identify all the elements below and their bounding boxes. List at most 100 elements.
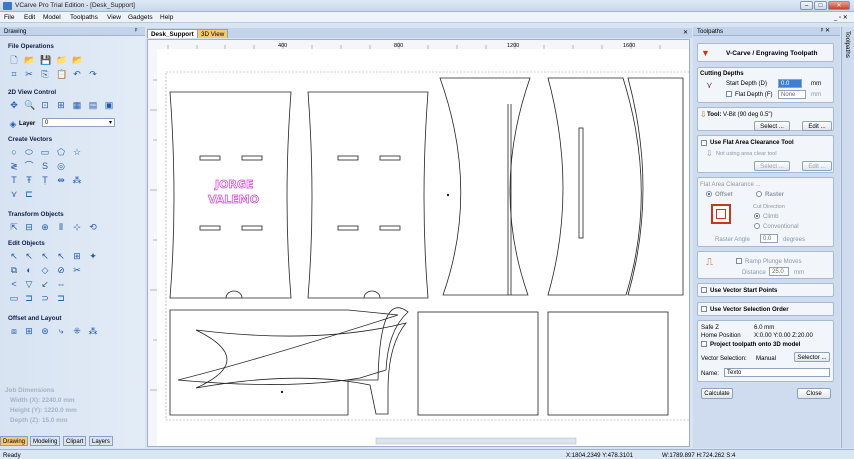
- open-vector-icon[interactable]: ⊃: [40, 293, 50, 303]
- new-file-icon[interactable]: 🗋: [9, 55, 19, 65]
- curve-icon[interactable]: ⌒: [24, 161, 34, 171]
- tab-2d-view[interactable]: Desk_Support: [147, 29, 198, 38]
- view-pane-icon[interactable]: ▣: [104, 100, 114, 110]
- flat-depth-checkbox[interactable]: [726, 91, 732, 97]
- copy-icon[interactable]: ⎘: [40, 69, 50, 79]
- climb-radio[interactable]: [754, 213, 760, 219]
- polyline-icon[interactable]: ≷: [9, 161, 19, 171]
- tool-edit-button[interactable]: Edit ...: [802, 121, 832, 131]
- flat-tool-select-button[interactable]: Select ...: [754, 161, 790, 171]
- trim-line-icon[interactable]: ↙: [40, 279, 50, 289]
- fillet-corner-icon[interactable]: ▭: [9, 293, 19, 303]
- star-icon[interactable]: ☆: [72, 147, 82, 157]
- tab-modeling[interactable]: Modeling: [30, 436, 61, 446]
- interactive-select-icon[interactable]: ↖: [40, 251, 50, 261]
- join-icon[interactable]: ⊘: [56, 265, 66, 275]
- project-3d-checkbox[interactable]: [701, 341, 707, 347]
- node-edit-icon[interactable]: ↖: [24, 251, 34, 261]
- auto-layout-text-icon[interactable]: Ṭ: [40, 175, 50, 185]
- minimize-button[interactable]: –: [800, 1, 813, 10]
- zoom-extents-icon[interactable]: ⊡: [40, 100, 50, 110]
- extend-icon[interactable]: ▽: [24, 279, 34, 289]
- menu-gadgets[interactable]: Gadgets: [128, 14, 153, 21]
- group-icon[interactable]: ⊞: [72, 251, 82, 261]
- calculate-button[interactable]: Calculate: [701, 388, 733, 399]
- bracket-icon[interactable]: ⊐: [24, 293, 34, 303]
- flat-clear-tool-checkbox[interactable]: [701, 140, 707, 146]
- pin-icon[interactable]: ᵖ ✕: [821, 27, 830, 34]
- rectangle-icon[interactable]: ▭: [40, 147, 50, 157]
- menu-edit[interactable]: Edit: [24, 14, 35, 21]
- save-icon[interactable]: 💾: [40, 55, 51, 65]
- tab-drawing[interactable]: Drawing: [0, 436, 29, 446]
- tool-select-button[interactable]: Select ...: [754, 121, 790, 131]
- desk-support-panel-2[interactable]: [307, 91, 429, 299]
- selector-button[interactable]: Selector ...: [794, 352, 830, 362]
- copy-along-vectors-icon[interactable]: ⁜: [72, 326, 82, 336]
- layer-dropdown[interactable]: 0 ▾: [42, 118, 115, 127]
- offset-icon[interactable]: ⧈: [9, 326, 19, 336]
- curve-fit-icon[interactable]: <: [9, 279, 19, 289]
- polygon-icon[interactable]: ⬠: [56, 147, 66, 157]
- desk-support-brace[interactable]: [195, 322, 408, 415]
- spiral-icon[interactable]: ◎: [56, 161, 66, 171]
- raster-radio[interactable]: [756, 191, 762, 197]
- tab-layout-icon[interactable]: ⁂: [88, 326, 98, 336]
- cut-icon[interactable]: ✂: [24, 69, 34, 79]
- raster-angle-input[interactable]: 0.0: [760, 234, 778, 243]
- desk-support-panel-6[interactable]: [169, 307, 409, 416]
- flat-depth-input[interactable]: None: [778, 90, 806, 99]
- maximize-button[interactable]: □: [814, 1, 827, 10]
- zoom-box-icon[interactable]: ⊞: [56, 100, 66, 110]
- import-bitmap-icon[interactable]: 📂: [72, 55, 83, 65]
- align-icon[interactable]: ⊟: [24, 222, 34, 232]
- engraving-text-line-2[interactable]: VALEMO: [208, 193, 260, 207]
- transform-select-icon[interactable]: ↖: [56, 251, 66, 261]
- desk-support-panel-7[interactable]: [417, 311, 539, 416]
- open-file-icon[interactable]: 📂: [24, 55, 35, 65]
- text-icon[interactable]: T: [9, 175, 19, 185]
- dimension-icon[interactable]: ⇹: [56, 175, 66, 185]
- menu-file[interactable]: File: [4, 14, 14, 21]
- array-icon[interactable]: ⊞: [24, 326, 34, 336]
- vector-order-checkbox[interactable]: [701, 306, 707, 312]
- distance-input[interactable]: 25.0: [769, 267, 789, 276]
- rotate-icon[interactable]: ⟲: [88, 222, 98, 232]
- ellipse-icon[interactable]: ⬭: [24, 147, 34, 157]
- intersect-icon[interactable]: ◇: [40, 265, 50, 275]
- fillet-icon[interactable]: ⊏: [24, 189, 34, 199]
- subtract-icon[interactable]: ◐: [24, 265, 34, 275]
- pan-icon[interactable]: ✥: [9, 100, 19, 110]
- menu-help[interactable]: Help: [160, 14, 173, 21]
- select-icon[interactable]: ↖: [9, 251, 19, 261]
- desk-support-panel-4[interactable]: [547, 77, 642, 296]
- undo-icon[interactable]: ↶: [72, 69, 82, 79]
- close-button[interactable]: Close: [797, 388, 831, 399]
- zoom-icon[interactable]: 🔍: [24, 100, 35, 110]
- desk-support-panel-3[interactable]: [439, 77, 531, 296]
- weld-icon[interactable]: ⧉: [9, 265, 19, 275]
- draw-arc-icon[interactable]: ⋎: [9, 189, 19, 199]
- vector-start-checkbox[interactable]: [701, 287, 707, 293]
- ungroup-icon[interactable]: ✦: [88, 251, 98, 261]
- text-on-curve-icon[interactable]: Ŧ: [24, 175, 34, 185]
- menu-model[interactable]: Model: [43, 14, 61, 21]
- menu-view[interactable]: View: [107, 14, 121, 21]
- start-depth-input[interactable]: 0.0: [778, 79, 802, 88]
- circular-array-icon[interactable]: ⊛: [40, 326, 50, 336]
- size-icon[interactable]: ⊹: [72, 222, 82, 232]
- close-view-icon[interactable]: ✕: [683, 29, 688, 36]
- circle-icon[interactable]: ○: [9, 147, 19, 157]
- job-setup-icon[interactable]: ⌗: [9, 69, 19, 79]
- trace-bitmap-icon[interactable]: ⁂: [72, 175, 82, 185]
- mirror-icon[interactable]: ⫴: [56, 222, 66, 232]
- mdi-window-controls[interactable]: _ ▫ ✕: [834, 14, 848, 21]
- ramp-plunge-checkbox[interactable]: [736, 258, 742, 264]
- tab-layers[interactable]: Layers: [89, 436, 114, 446]
- view-grid-icon[interactable]: ▦: [72, 100, 82, 110]
- tab-3d-view[interactable]: 3D View: [197, 29, 229, 38]
- close-vectors-icon[interactable]: ⇔: [56, 279, 66, 289]
- horizontal-scrollbar[interactable]: [375, 437, 577, 445]
- move-icon[interactable]: ⇱: [9, 222, 19, 232]
- nesting-icon[interactable]: ⤷: [56, 326, 66, 336]
